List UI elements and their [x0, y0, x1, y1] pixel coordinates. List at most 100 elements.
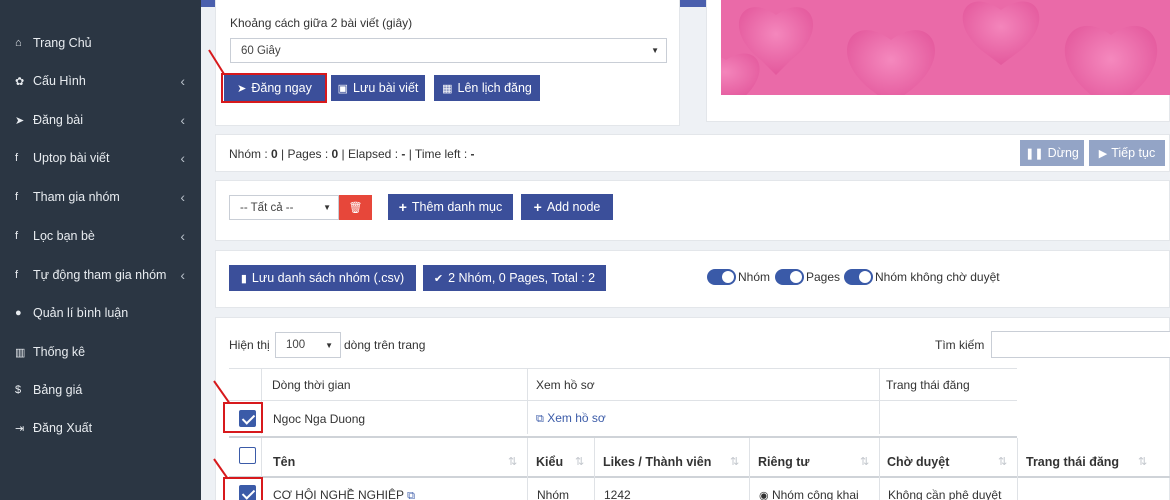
- check-icon: ✔: [433, 272, 444, 285]
- sidebar-item-2[interactable]: ➤ Đăng bài ‹: [0, 101, 201, 139]
- select-all-checkbox[interactable]: [239, 447, 256, 464]
- sidebar-item-9[interactable]: $ Bảng giá: [0, 371, 201, 409]
- group-name: CƠ HỘI NGHỀ NGHIỆP: [273, 488, 404, 500]
- header-approval[interactable]: Chờ duyệt: [887, 455, 949, 469]
- sort-icon[interactable]: ⇅: [508, 455, 517, 468]
- divider: [879, 438, 880, 500]
- post-settings-card: Khoảng cách giữa 2 bài viết (giây) 60 Gi…: [215, 0, 680, 126]
- external-link-icon: ⧉: [536, 413, 544, 425]
- chevron-left-icon: ‹: [180, 73, 185, 89]
- dollar-icon: $: [15, 384, 22, 396]
- file-icon: ▮: [240, 272, 247, 285]
- divider: [229, 400, 1017, 401]
- sidebar-item-label: Cấu Hình: [33, 74, 86, 88]
- sidebar-item-label: Đăng Xuất: [33, 421, 93, 435]
- schedule-button[interactable]: ▦ Lên lịch đăng: [434, 75, 540, 101]
- annotation-box: [223, 477, 263, 500]
- timeleft-value: -: [470, 147, 475, 161]
- plus-icon: +: [533, 199, 542, 215]
- header-privacy[interactable]: Riêng tư: [758, 455, 809, 469]
- per-page-label: dòng trên trang: [344, 338, 426, 352]
- sort-icon[interactable]: ⇅: [998, 455, 1007, 468]
- chevron-left-icon: ‹: [180, 112, 185, 128]
- sidebar-item-label: Uptop bài viết: [33, 151, 110, 165]
- category-select-value: -- Tất cả --: [240, 201, 294, 214]
- facebook-icon: f: [15, 230, 19, 242]
- paper-plane-icon: ➤: [15, 114, 25, 127]
- group-row-privacy: ◉ Nhóm công khai: [759, 488, 859, 500]
- external-link-icon[interactable]: ⧉: [407, 490, 415, 500]
- divider: [527, 368, 528, 434]
- sidebar-item-1[interactable]: ✿ Cấu Hình ‹: [0, 62, 201, 100]
- sidebar-item-label: Tự động tham gia nhóm: [33, 268, 167, 282]
- sort-icon[interactable]: ⇅: [575, 455, 584, 468]
- search-input[interactable]: [991, 331, 1170, 358]
- header-status[interactable]: Trang thái đăng: [1026, 455, 1119, 469]
- sidebar-item-5[interactable]: f Lọc bạn bè ‹: [0, 217, 201, 255]
- pages-toggle-label: Pages: [806, 270, 841, 284]
- interval-select-value: 60 Giây: [241, 44, 281, 57]
- continue-label: Tiếp tục: [1111, 146, 1156, 160]
- no-approval-toggle[interactable]: [844, 269, 873, 285]
- group-row-members: 1242: [604, 488, 631, 500]
- continue-button[interactable]: ▶ Tiếp tục: [1089, 140, 1165, 166]
- add-category-button[interactable]: + Thêm danh mục: [388, 194, 513, 220]
- facebook-icon: f: [15, 152, 19, 164]
- divider: [229, 476, 1170, 478]
- sidebar-item-6[interactable]: f Tự động tham gia nhóm ‹: [0, 256, 201, 294]
- search-label: Tìm kiếm: [935, 338, 985, 352]
- progress-text: Nhóm : 0 | Pages : 0 | Elapsed : - | Tim…: [229, 147, 475, 161]
- sort-icon[interactable]: ⇅: [860, 455, 869, 468]
- progress-card: Nhóm : 0 | Pages : 0 | Elapsed : - | Tim…: [215, 134, 1170, 172]
- summary-button[interactable]: ✔ 2 Nhóm, 0 Pages, Total : 2: [423, 265, 606, 291]
- pages-toggle[interactable]: [775, 269, 804, 285]
- add-node-label: Add node: [546, 200, 601, 214]
- stop-button[interactable]: ❚❚ Dừng: [1020, 140, 1084, 166]
- annotation-box: [223, 402, 263, 433]
- add-node-button[interactable]: + Add node: [521, 194, 613, 220]
- group-row-name[interactable]: CƠ HỘI NGHỀ NGHIỆP ⧉: [273, 488, 415, 500]
- show-label: Hiện thị: [229, 338, 270, 352]
- header-type[interactable]: Kiểu: [536, 455, 563, 469]
- sidebar-item-label: Lọc bạn bè: [33, 229, 95, 243]
- view-profile-link[interactable]: ⧉ Xem hồ sơ: [536, 411, 606, 426]
- sidebar-item-0[interactable]: ⌂ Trang Chủ: [0, 24, 201, 62]
- sidebar-item-3[interactable]: f Uptop bài viết ‹: [0, 139, 201, 177]
- sidebar-item-label: Trang Chủ: [33, 36, 92, 50]
- sidebar-item-8[interactable]: ▥ Thống kê: [0, 333, 201, 371]
- sidebar-item-4[interactable]: f Tham gia nhóm ‹: [0, 178, 201, 216]
- chevron-left-icon: ‹: [180, 267, 185, 283]
- group-row-type: Nhóm: [537, 488, 570, 500]
- chevron-down-icon: ▼: [323, 203, 331, 212]
- view-profile-label: Xem hồ sơ: [547, 411, 606, 425]
- divider: [229, 368, 1017, 369]
- elapsed-label: | Elapsed :: [338, 147, 402, 161]
- hearts-image: [721, 0, 1170, 95]
- sidebar-item-label: Thống kê: [33, 345, 86, 359]
- sidebar-item-10[interactable]: ⇥ Đăng Xuất: [0, 409, 201, 447]
- groups-toggle[interactable]: [707, 269, 736, 285]
- sidebar-item-7[interactable]: ● Quản lí bình luận: [0, 294, 201, 332]
- page-size-select[interactable]: 100 ▼: [275, 332, 341, 358]
- sort-icon[interactable]: ⇅: [1138, 455, 1147, 468]
- save-csv-button[interactable]: ▮ Lưu danh sách nhóm (.csv): [229, 265, 416, 291]
- delete-category-button[interactable]: 🗑: [339, 195, 372, 220]
- timeline-header-status: Trang thái đăng: [886, 378, 970, 392]
- sidebar-item-label: Tham gia nhóm: [33, 190, 120, 204]
- calendar-icon: ▦: [442, 82, 453, 95]
- sidebar: ⌂ Trang Chủ ✿ Cấu Hình ‹ ➤ Đăng bài ‹ f Uptop bài…: [0, 0, 201, 500]
- save-post-button[interactable]: ▣ Lưu bài viết: [331, 75, 425, 101]
- timeleft-label: | Time left :: [405, 147, 471, 161]
- category-card: -- Tất cả -- ▼ 🗑 + Thêm danh mục + Add n…: [215, 180, 1170, 241]
- header-members[interactable]: Likes / Thành viên: [603, 455, 711, 469]
- groups-toggle-label: Nhóm: [738, 270, 771, 284]
- summary-label: 2 Nhóm, 0 Pages, Total : 2: [448, 271, 596, 285]
- header-name[interactable]: Tên: [273, 455, 295, 469]
- group-privacy-value: Nhóm công khai: [771, 488, 859, 500]
- sidebar-item-label: Đăng bài: [33, 113, 84, 127]
- interval-select[interactable]: 60 Giây ▼: [230, 38, 667, 63]
- sort-icon[interactable]: ⇅: [730, 455, 739, 468]
- plus-icon: +: [398, 199, 407, 215]
- play-icon: ▶: [1098, 147, 1108, 160]
- category-select[interactable]: -- Tất cả -- ▼: [229, 195, 339, 220]
